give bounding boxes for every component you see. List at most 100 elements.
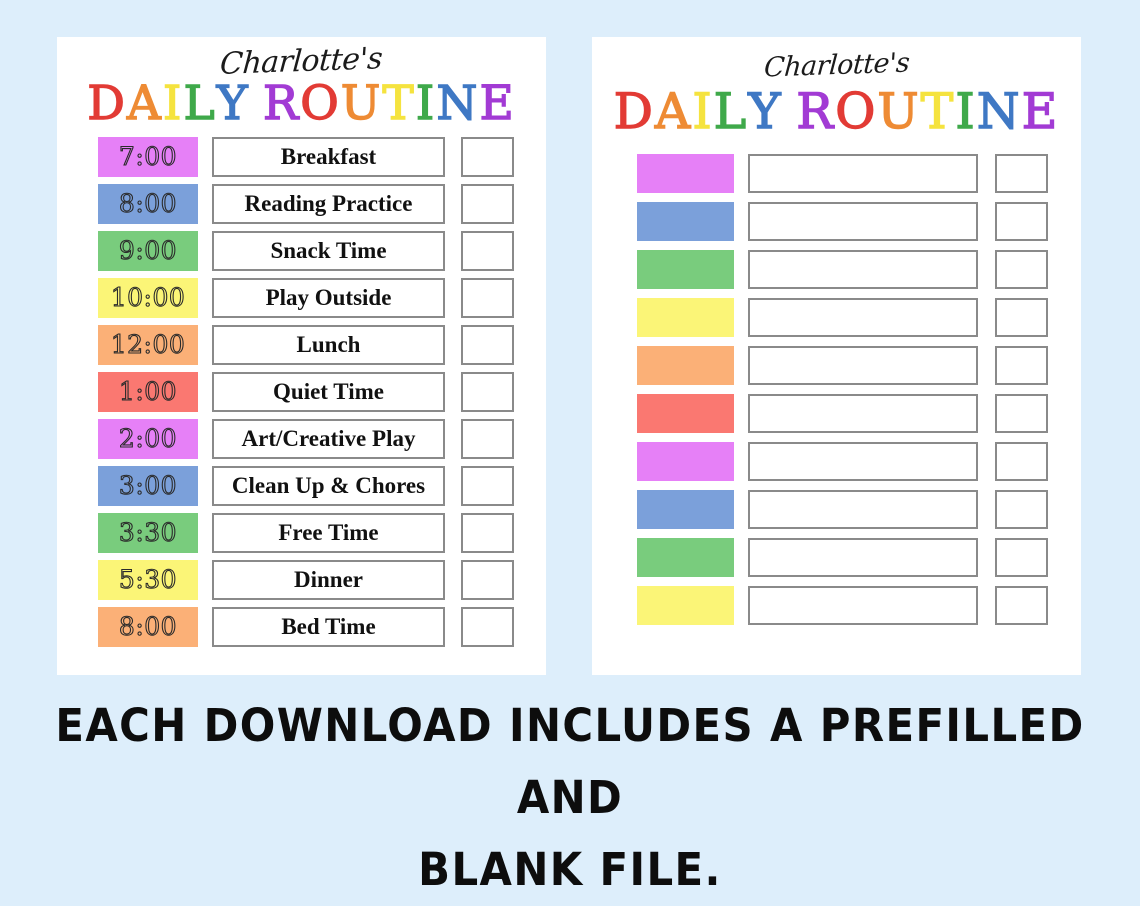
completion-checkbox[interactable]	[461, 136, 514, 177]
routine-row	[637, 582, 1081, 630]
routine-row: 3:00 Clean Up & Chores	[98, 462, 546, 509]
activity-field[interactable]	[748, 538, 978, 578]
time-chip[interactable]: 12:00	[98, 324, 198, 365]
completion-checkbox[interactable]	[461, 371, 514, 412]
completion-checkbox[interactable]	[995, 154, 1048, 194]
completion-checkbox[interactable]	[995, 586, 1048, 626]
rainbow-title-blank: DAILY ROUTINE	[592, 82, 1081, 140]
completion-checkbox[interactable]	[995, 442, 1048, 482]
completion-checkbox[interactable]	[461, 324, 514, 365]
completion-checkbox[interactable]	[461, 418, 514, 459]
activity-field[interactable]: Quiet Time	[212, 371, 445, 412]
title-letter-u-2: U	[877, 82, 921, 140]
time-chip[interactable]: 2:00	[98, 418, 198, 459]
activity-field[interactable]	[748, 442, 978, 482]
time-chip[interactable]	[637, 202, 734, 242]
routine-row: 8:00 Reading Practice	[98, 180, 546, 227]
time-chip[interactable]	[637, 490, 734, 530]
activity-field[interactable]: Dinner	[212, 559, 445, 600]
activity-field[interactable]	[748, 250, 978, 290]
caption-line-2: BLANK FILE.	[418, 843, 722, 896]
completion-checkbox[interactable]	[461, 465, 514, 506]
title-letter-a-1: A	[126, 76, 163, 131]
time-chip[interactable]: 9:00	[98, 230, 198, 271]
activity-field[interactable]	[748, 154, 978, 194]
time-chip[interactable]: 10:00	[98, 277, 198, 318]
activity-field[interactable]: Free Time	[212, 512, 445, 553]
title-letter-r-0: R	[796, 82, 836, 140]
title-letter-l-3: L	[183, 76, 217, 131]
routine-row: 8:00 Bed Time	[98, 603, 546, 650]
completion-checkbox[interactable]	[995, 202, 1048, 242]
completion-checkbox[interactable]	[995, 490, 1048, 530]
time-chip[interactable]	[637, 586, 734, 626]
title-letter-u-2: U	[340, 76, 383, 131]
time-chip[interactable]	[637, 154, 734, 194]
completion-checkbox[interactable]	[995, 394, 1048, 434]
time-chip[interactable]	[637, 250, 734, 290]
blank-routine-card: Charlotte's DAILY ROUTINE	[592, 37, 1081, 675]
time-chip[interactable]	[637, 346, 734, 386]
time-chip[interactable]: 8:00	[98, 606, 198, 647]
activity-field[interactable]: Clean Up & Chores	[212, 465, 445, 506]
time-chip[interactable]	[637, 442, 734, 482]
activity-field[interactable]	[748, 298, 978, 338]
routine-row-list-blank	[592, 150, 1081, 630]
time-chip[interactable]: 3:00	[98, 465, 198, 506]
title-letter-a-1: A	[654, 82, 693, 140]
routine-row: 3:30 Free Time	[98, 509, 546, 556]
activity-field[interactable]: Lunch	[212, 324, 445, 365]
card-header-prefilled: Charlotte's DAILY ROUTINE	[57, 37, 546, 131]
title-letter-o-1: O	[835, 82, 878, 140]
completion-checkbox[interactable]	[461, 512, 514, 553]
title-letter-t-3: T	[920, 82, 956, 140]
title-letter-i-4: I	[415, 76, 437, 131]
time-chip[interactable]: 7:00	[98, 136, 198, 177]
time-chip[interactable]	[637, 298, 734, 338]
title-letter-e-6: E	[479, 76, 516, 131]
completion-checkbox[interactable]	[995, 538, 1048, 578]
completion-checkbox[interactable]	[461, 559, 514, 600]
caption-text: EACH DOWNLOAD INCLUDES A PREFILLED AND B…	[40, 690, 1100, 906]
time-chip[interactable]: 5:30	[98, 559, 198, 600]
title-letter-e-6: E	[1021, 82, 1060, 140]
activity-field[interactable]: Snack Time	[212, 230, 445, 271]
activity-field[interactable]: Art/Creative Play	[212, 418, 445, 459]
activity-field[interactable]: Play Outside	[212, 277, 445, 318]
title-word-gap	[250, 80, 263, 127]
routine-row	[637, 198, 1081, 246]
time-chip[interactable]	[637, 394, 734, 434]
script-name-heading: Charlotte's	[219, 41, 384, 82]
script-name-heading: Charlotte's	[762, 47, 911, 84]
time-chip[interactable]: 1:00	[98, 371, 198, 412]
rainbow-title-prefilled: DAILY ROUTINE	[57, 76, 546, 131]
time-chip[interactable]	[637, 538, 734, 578]
activity-field[interactable]: Bed Time	[212, 606, 445, 647]
completion-checkbox[interactable]	[461, 230, 514, 271]
title-letter-l-3: L	[713, 82, 749, 140]
completion-checkbox[interactable]	[461, 277, 514, 318]
activity-field[interactable]: Reading Practice	[212, 183, 445, 224]
prefilled-routine-card: Charlotte's DAILY ROUTINE 7:00 Breakfast 8…	[57, 37, 546, 675]
routine-row: 7:00 Breakfast	[98, 133, 546, 180]
completion-checkbox[interactable]	[995, 298, 1048, 338]
completion-checkbox[interactable]	[461, 183, 514, 224]
routine-row	[637, 294, 1081, 342]
completion-checkbox[interactable]	[995, 250, 1048, 290]
routine-row	[637, 534, 1081, 582]
time-chip[interactable]: 3:30	[98, 512, 198, 553]
time-chip[interactable]: 8:00	[98, 183, 198, 224]
title-letter-d-0: D	[613, 82, 655, 140]
routine-row: 2:00 Art/Creative Play	[98, 415, 546, 462]
caption-line-1: EACH DOWNLOAD INCLUDES A PREFILLED AND	[55, 699, 1085, 824]
routine-row: 9:00 Snack Time	[98, 227, 546, 274]
completion-checkbox[interactable]	[461, 606, 514, 647]
activity-field[interactable]	[748, 490, 978, 530]
activity-field[interactable]	[748, 394, 978, 434]
activity-field[interactable]: Breakfast	[212, 136, 445, 177]
activity-field[interactable]	[748, 202, 978, 242]
activity-field[interactable]	[748, 586, 978, 626]
routine-row: 1:00 Quiet Time	[98, 368, 546, 415]
completion-checkbox[interactable]	[995, 346, 1048, 386]
activity-field[interactable]	[748, 346, 978, 386]
